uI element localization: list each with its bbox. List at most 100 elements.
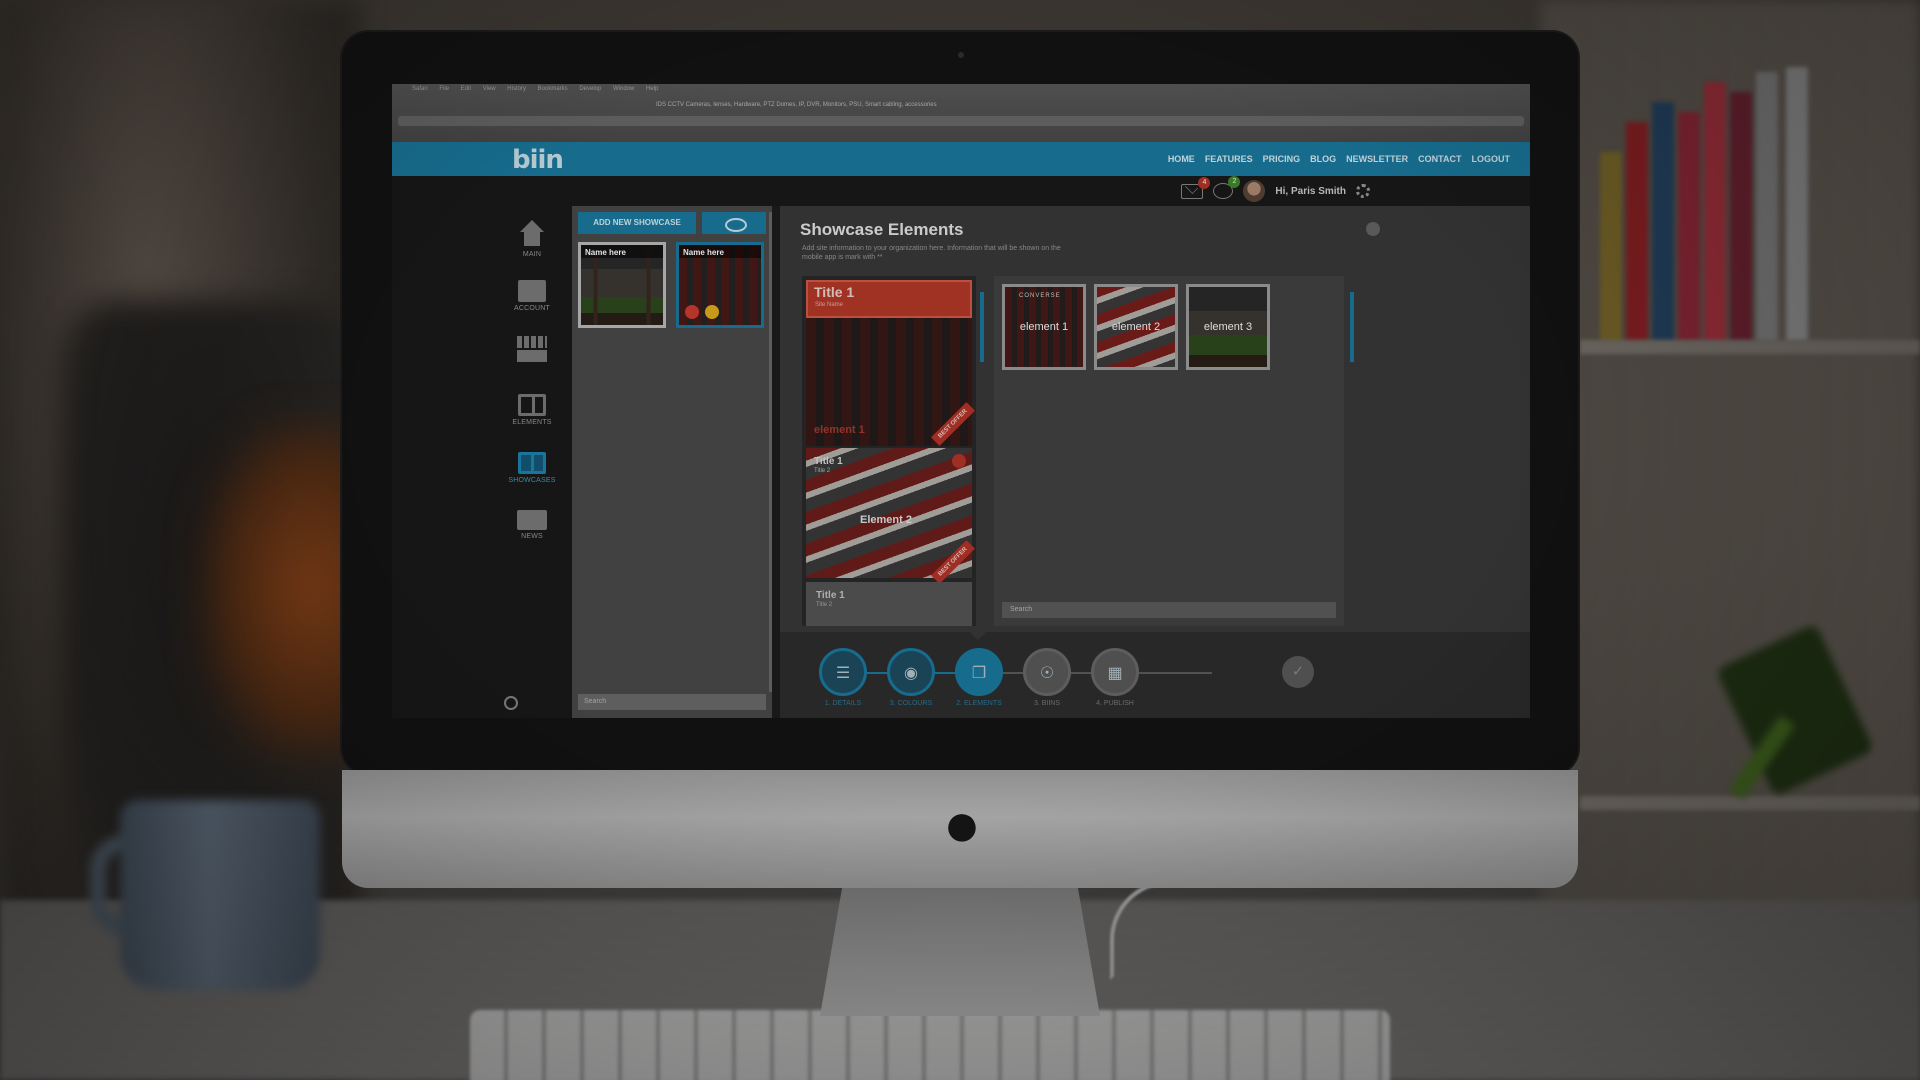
menu-item[interactable]: History bbox=[507, 86, 526, 92]
check-icon[interactable]: ✓ bbox=[1282, 656, 1314, 688]
preview-eye-button[interactable] bbox=[702, 212, 766, 234]
store-image bbox=[581, 245, 663, 325]
menu-item[interactable]: Window bbox=[613, 86, 634, 92]
menu-item[interactable]: File bbox=[439, 86, 449, 92]
brand-label: CONVERSE bbox=[1019, 293, 1061, 299]
page-title: Showcase Elements bbox=[800, 220, 964, 239]
menu-item[interactable]: View bbox=[483, 86, 496, 92]
library-element-3[interactable]: element 3 bbox=[1186, 284, 1270, 370]
library-element-1[interactable]: CONVERSE element 1 bbox=[1002, 284, 1086, 370]
edit-icon[interactable] bbox=[705, 305, 719, 319]
step-elements[interactable]: ❐ 2. ELEMENTS bbox=[952, 648, 1006, 707]
bookshelf bbox=[1580, 60, 1920, 342]
settings-icon[interactable] bbox=[504, 696, 518, 710]
chat-badge: 2 bbox=[1228, 176, 1241, 188]
scrollbar[interactable] bbox=[769, 212, 772, 692]
user-greeting[interactable]: Hi, Paris Smith bbox=[1275, 186, 1346, 197]
sidebar-item-sites[interactable]: SITES bbox=[502, 332, 562, 362]
newspaper-icon bbox=[517, 510, 547, 530]
sidebar-item-elements[interactable]: ELEMENTS bbox=[502, 390, 562, 426]
sidebar-item-label: NEWS bbox=[521, 533, 543, 540]
preview-footer[interactable]: Title 1 Title 2 bbox=[806, 582, 972, 626]
sidebar-item-account[interactable]: ACCOUNT bbox=[502, 276, 562, 312]
element-label: element 3 bbox=[1203, 321, 1253, 333]
top-nav: HOME FEATURES PRICING BLOG NEWSLETTER CO… bbox=[1168, 142, 1510, 176]
showcase-thumb-active[interactable]: Name here bbox=[676, 242, 764, 328]
step-details[interactable]: ☰ 1. DETAILS bbox=[816, 648, 870, 707]
showcase-name: Name here bbox=[585, 248, 626, 257]
preview-header[interactable]: Title 1 Site Name bbox=[806, 280, 972, 318]
mug bbox=[120, 800, 320, 990]
step-label: 4. PUBLISH bbox=[1096, 700, 1134, 707]
step-label: 3. BIINS bbox=[1033, 700, 1061, 707]
showcase-preview: Title 1 Site Name element 1 BEST OFFER T… bbox=[802, 276, 976, 626]
preview-scrollbar[interactable] bbox=[980, 292, 984, 362]
preview-subtitle: Site Name bbox=[815, 302, 844, 308]
element-search-input[interactable]: Search bbox=[1002, 602, 1336, 618]
nav-pricing[interactable]: PRICING bbox=[1263, 154, 1301, 164]
home-icon bbox=[517, 220, 547, 248]
calendar-icon: ▦ bbox=[1091, 648, 1139, 696]
step-biins[interactable]: ☉ 3. BIINS bbox=[1020, 648, 1074, 707]
sidebar-item-label: SHOWCASES bbox=[508, 477, 556, 484]
store-icon bbox=[517, 336, 547, 362]
add-showcase-button[interactable]: ADD NEW SHOWCASE bbox=[578, 212, 696, 234]
webcam bbox=[958, 52, 964, 58]
book bbox=[1756, 72, 1778, 342]
layers-icon: ❐ bbox=[955, 648, 1003, 696]
sidebar-item-label: ACCOUNT bbox=[513, 305, 550, 312]
gear-icon[interactable] bbox=[1356, 184, 1370, 198]
library-element-2[interactable]: element 2 bbox=[1094, 284, 1178, 370]
chat-icon[interactable]: 2 bbox=[1213, 176, 1241, 199]
imac-stand bbox=[820, 886, 1100, 1016]
menu-item[interactable]: Edit bbox=[461, 86, 471, 92]
close-icon[interactable] bbox=[1366, 222, 1380, 236]
step-label: 1. DETAILS bbox=[824, 700, 862, 707]
user-area: 4 2 Hi, Paris Smith bbox=[1181, 176, 1370, 202]
mail-badge: 4 bbox=[1198, 176, 1211, 189]
nav-blog[interactable]: BLOG bbox=[1310, 154, 1336, 164]
delete-icon[interactable] bbox=[685, 305, 699, 319]
preview-element-2-label: Element 2 bbox=[860, 514, 912, 526]
keyboard bbox=[470, 1010, 1390, 1080]
address-bar[interactable] bbox=[398, 116, 1524, 126]
site-header: biin HOME FEATURES PRICING BLOG NEWSLETT… bbox=[392, 142, 1530, 176]
showcase-thumb[interactable]: Name here bbox=[578, 242, 666, 328]
menu-item[interactable]: Help bbox=[646, 86, 658, 92]
os-menu-bar: Safari File Edit View History Bookmarks … bbox=[392, 84, 1530, 94]
book bbox=[1730, 92, 1752, 342]
avatar[interactable] bbox=[1243, 180, 1266, 202]
menu-item[interactable]: Bookmarks bbox=[538, 86, 568, 92]
sidebar-item-showcases[interactable]: SHOWCASES bbox=[502, 448, 562, 484]
showcase-list: ADD NEW SHOWCASE Name here Name here Sea… bbox=[572, 206, 772, 718]
sidebar-item-news[interactable]: NEWS bbox=[502, 504, 562, 540]
book bbox=[1704, 82, 1726, 342]
step-label: 3. COLOURS bbox=[889, 700, 933, 707]
preview-element-1-label: element 1 bbox=[814, 424, 865, 436]
step-pointer bbox=[970, 632, 986, 640]
shelf bbox=[1580, 340, 1920, 354]
trash-icon[interactable] bbox=[952, 454, 966, 468]
nav-home[interactable]: HOME bbox=[1168, 154, 1195, 164]
nav-contact[interactable]: CONTACT bbox=[1418, 154, 1461, 164]
sidebar-item-main[interactable]: MAIN bbox=[502, 220, 562, 258]
step-label: 2. ELEMENTS bbox=[956, 700, 1002, 707]
showcase-search-input[interactable]: Search bbox=[578, 694, 766, 710]
step-colours[interactable]: ◉ 3. COLOURS bbox=[884, 648, 938, 707]
nav-logout[interactable]: LOGOUT bbox=[1472, 154, 1511, 164]
step-publish[interactable]: ▦ 4. PUBLISH bbox=[1088, 648, 1142, 707]
shelf bbox=[1580, 796, 1920, 810]
nav-features[interactable]: FEATURES bbox=[1205, 154, 1253, 164]
mail-icon[interactable]: 4 bbox=[1181, 176, 1211, 199]
library-scrollbar[interactable] bbox=[1350, 292, 1354, 362]
biin-logo[interactable]: biin bbox=[512, 145, 564, 175]
menu-item[interactable]: Safari bbox=[412, 86, 428, 92]
user-bar: 4 2 Hi, Paris Smith bbox=[392, 176, 1530, 206]
apple-logo-icon: ● bbox=[942, 788, 982, 860]
book-icon bbox=[518, 394, 546, 416]
browser-tab-title: IDS CCTV Cameras, lenses, Hardware, PTZ … bbox=[656, 102, 937, 108]
menu-item[interactable]: Develop bbox=[579, 86, 601, 92]
nav-newsletter[interactable]: NEWSLETTER bbox=[1346, 154, 1408, 164]
showcase-elements-panel: Showcase Elements Add site information t… bbox=[780, 206, 1530, 632]
book bbox=[1786, 67, 1808, 342]
